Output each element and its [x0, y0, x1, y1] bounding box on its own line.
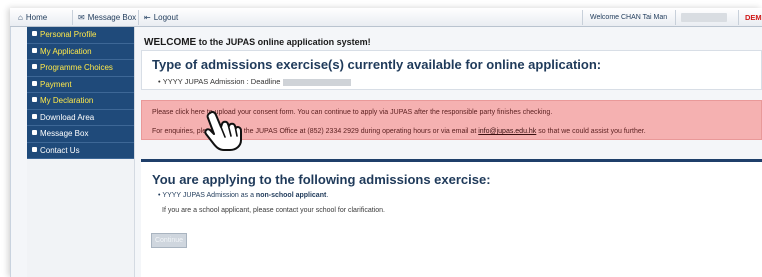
- welcome-user-text: Welcome CHAN Tai Man: [590, 14, 668, 21]
- bullet-icon: [32, 80, 37, 86]
- sidebar-item-contact-us[interactable]: Contact Us: [27, 142, 134, 159]
- applying-exercise-panel: You are applying to the following admiss…: [141, 159, 762, 277]
- nav-divider: [738, 10, 739, 25]
- available-exercises-panel: Type of admissions exercise(s) currently…: [141, 50, 762, 90]
- sidebar-item-payment[interactable]: Payment: [27, 76, 134, 93]
- welcome-heading: WELCOME to the JUPAS online application …: [144, 37, 371, 48]
- alert-enquiry-part2: so that we could assist you further.: [538, 128, 646, 135]
- continue-button[interactable]: Continue: [151, 233, 187, 248]
- bullet-icon: [32, 113, 37, 119]
- nav-divider: [72, 10, 73, 25]
- bullet-icon: [32, 97, 37, 103]
- sidebar-item-personal-profile[interactable]: Personal Profile: [27, 27, 134, 44]
- applying-title: You are applying to the following admiss…: [152, 172, 491, 187]
- nav-logout-label: Logout: [153, 13, 179, 22]
- sidebar-item-download-area[interactable]: Download Area: [27, 109, 134, 126]
- bullet-icon: [32, 31, 37, 37]
- bullet-icon: [32, 130, 37, 136]
- applying-item: • YYYY JUPAS Admission as a non-school a…: [158, 192, 329, 199]
- nav-home[interactable]: ⌂ Home: [18, 11, 47, 25]
- sidebar-item-my-declaration[interactable]: My Declaration: [27, 93, 134, 110]
- exercise-item: • YYYY JUPAS Admission : Deadline: [158, 77, 352, 86]
- redacted-deadline: [283, 78, 352, 86]
- nav-divider: [675, 10, 676, 25]
- bullet-icon: [32, 47, 37, 53]
- welcome-rest: to the JUPAS online application system!: [198, 37, 371, 47]
- sidebar-item-programme-choices[interactable]: Programme Choices: [27, 60, 134, 77]
- top-navigation: ⌂ Home ✉ Message Box ⇤ Logout Welcome CHAN …: [10, 8, 762, 27]
- sidebar-item-label: Personal Profile: [40, 30, 97, 39]
- sidebar-item-label: Message Box: [40, 129, 89, 138]
- redacted-datetime: [681, 13, 727, 22]
- home-icon: ⌂: [18, 13, 23, 22]
- demo-label: DEM: [745, 13, 762, 22]
- applicant-type: non-school applicant: [255, 192, 327, 199]
- sidebar-item-label: My Declaration: [40, 96, 94, 105]
- jupas-email-link[interactable]: info@jupas.edu.hk: [478, 128, 536, 135]
- applying-note: If you are a school applicant, please co…: [162, 207, 385, 214]
- logout-icon: ⇤: [144, 13, 151, 22]
- sidebar-item-label: Download Area: [40, 112, 95, 122]
- applying-item-text: YYYY JUPAS Admission as a: [162, 192, 254, 199]
- bullet-icon: [32, 146, 37, 152]
- sidebar-item-label: My Application: [40, 46, 92, 56]
- sidebar-item-label: Contact Us: [40, 145, 80, 155]
- nav-message-box[interactable]: ✉ Message Box: [78, 11, 136, 25]
- message-box-icon: ✉: [78, 13, 85, 22]
- sidebar-item-my-application[interactable]: My Application: [27, 43, 134, 60]
- bullet-icon: [32, 64, 37, 70]
- main-content: WELCOME to the JUPAS online application …: [136, 27, 762, 277]
- sidebar-item-label: Programme Choices: [40, 63, 113, 72]
- sidebar: Personal Profile My Application Programm…: [27, 27, 135, 277]
- nav-home-label: Home: [25, 13, 48, 22]
- nav-divider: [582, 10, 583, 25]
- nav-divider: [138, 10, 139, 25]
- sidebar-item-label: Payment: [40, 79, 72, 89]
- nav-logout[interactable]: ⇤ Logout: [144, 11, 178, 25]
- exercise-title: Type of admissions exercise(s) currently…: [152, 57, 602, 72]
- welcome-bold: WELCOME: [144, 37, 197, 48]
- nav-message-box-label: Message Box: [87, 13, 137, 22]
- exercise-item-text: YYYY JUPAS Admission : Deadline: [162, 77, 281, 86]
- hand-pointer-icon: [204, 110, 242, 151]
- sidebar-item-message-box[interactable]: Message Box: [27, 126, 134, 143]
